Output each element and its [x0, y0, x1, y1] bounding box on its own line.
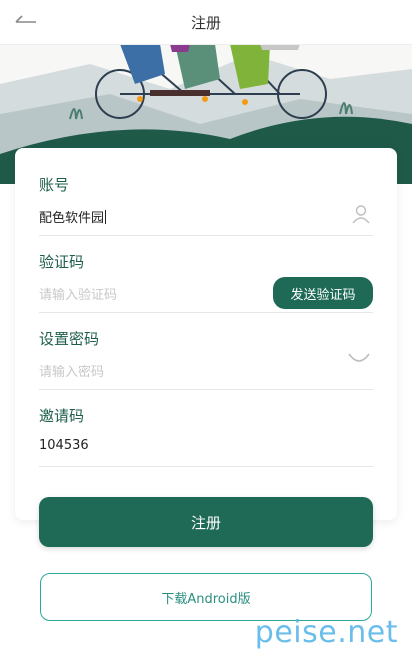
code-label: 验证码 — [39, 253, 85, 271]
account-label: 账号 — [39, 176, 70, 194]
password-field: 设置密码 请输入密码 — [39, 328, 373, 390]
code-field: 验证码 请输入验证码 发送验证码 — [39, 251, 373, 313]
password-divider — [39, 389, 373, 390]
password-input[interactable]: 请输入密码 — [39, 361, 104, 380]
user-icon — [352, 205, 370, 224]
invite-field: 邀请码 104536 — [39, 405, 373, 467]
send-code-button[interactable]: 发送验证码 — [273, 277, 373, 309]
code-input[interactable]: 请输入验证码 — [39, 284, 117, 303]
top-bar: 注册 — [0, 0, 412, 45]
register-button[interactable]: 注册 — [39, 497, 373, 547]
eye-closed-icon[interactable] — [347, 352, 371, 368]
password-label: 设置密码 — [39, 330, 100, 348]
account-divider — [39, 235, 373, 236]
invite-input[interactable]: 104536 — [39, 438, 89, 453]
account-input[interactable]: 配色软件园 — [39, 207, 107, 226]
invite-label: 邀请码 — [39, 407, 85, 425]
page-title: 注册 — [190, 14, 221, 32]
download-android-button[interactable]: 下载Android版 — [40, 573, 372, 621]
invite-divider — [39, 466, 373, 467]
register-form-card: 账号 配色软件园 验证码 请输入验证码 发送验证码 设置密码 请输入密码 邀请码… — [15, 148, 397, 520]
code-divider — [39, 312, 373, 313]
account-field: 账号 配色软件园 — [39, 174, 373, 236]
watermark-logo: peise.net — [254, 615, 398, 650]
